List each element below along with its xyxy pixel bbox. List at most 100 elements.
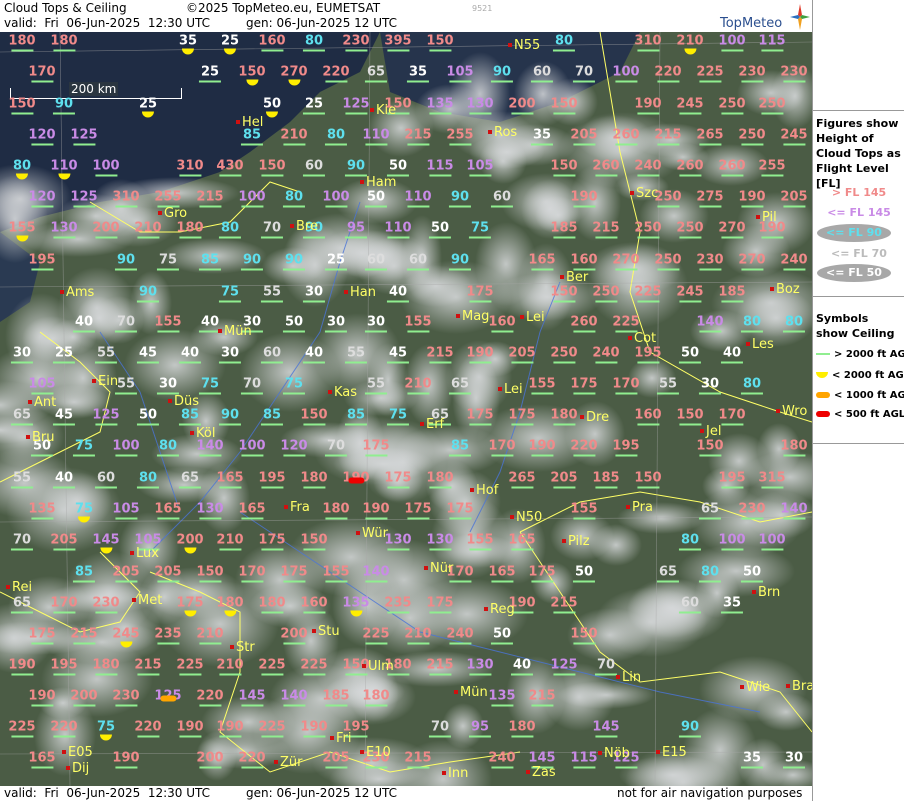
ceiling-above-2000-icon bbox=[636, 486, 659, 489]
ceiling-above-2000-icon bbox=[741, 766, 763, 769]
ceiling-above-2000-icon bbox=[740, 143, 763, 146]
cloud-top-label: 30 bbox=[699, 378, 721, 395]
ceiling-above-2000-icon bbox=[720, 423, 743, 426]
ceiling-above-2000-icon bbox=[241, 268, 263, 271]
cloud-top-label: 105 bbox=[28, 378, 56, 395]
ceiling-above-2000-icon bbox=[325, 143, 347, 146]
cloud-top-label: 60 bbox=[95, 472, 117, 489]
cloud-top-label: 65 bbox=[449, 378, 471, 395]
cloud-top-label: 240 bbox=[634, 160, 662, 177]
cloud-top-label: 250 bbox=[654, 191, 682, 208]
cloud-top-label: 310 bbox=[634, 35, 662, 52]
cloud-top-label: 240 bbox=[780, 254, 808, 271]
cloud-top-label: 150 bbox=[300, 409, 328, 426]
ceiling-above-2000-icon bbox=[449, 205, 471, 208]
ceiling-above-2000-icon bbox=[283, 268, 305, 271]
ceiling-legend-item: < 500 ft AGL bbox=[816, 409, 904, 420]
cloud-top-label: 30 bbox=[303, 286, 325, 303]
cloud-top-label: 155 bbox=[154, 316, 182, 333]
city-label: Han bbox=[344, 285, 376, 300]
cloud-top-label: 60 bbox=[491, 191, 513, 208]
cloud-top-label: 170 bbox=[488, 440, 516, 457]
city-label: Jel bbox=[699, 424, 722, 439]
ceiling-above-2000-icon bbox=[114, 704, 137, 707]
cloud-top-label: 40 bbox=[53, 472, 75, 489]
ceiling-above-2000-icon bbox=[531, 80, 553, 83]
city-label: Ros bbox=[487, 125, 518, 140]
cloud-top-label: 55 bbox=[345, 347, 367, 364]
ceiling-above-2000-icon bbox=[136, 673, 159, 676]
ceiling-above-2000-icon bbox=[219, 361, 241, 364]
cloud-top-label: 135 bbox=[342, 597, 370, 617]
ceiling-above-2000-icon bbox=[53, 423, 75, 426]
ceiling-above-2000-icon bbox=[261, 300, 283, 303]
ceiling-above-2000-icon bbox=[157, 268, 179, 271]
tops-legend-title: Figures show Height of Cloud Tops as Fli… bbox=[816, 117, 901, 190]
ceiling-above-2000-icon bbox=[469, 236, 491, 239]
cloud-top-label: 205 bbox=[50, 534, 78, 551]
ceiling-above-2000-icon bbox=[137, 486, 159, 489]
ceiling-above-2000-icon bbox=[614, 143, 637, 146]
ceiling-above-2000-icon bbox=[490, 766, 513, 769]
ceiling-above-2000-icon bbox=[324, 205, 347, 208]
ceiling-above-2000-icon bbox=[72, 704, 95, 707]
ceiling-above-2000-icon bbox=[636, 49, 659, 52]
cloud-top-label: 65 bbox=[11, 409, 33, 426]
cloud-top-label: 245 bbox=[780, 129, 808, 146]
city-label: Stu bbox=[312, 624, 340, 639]
ceiling-above-2000-icon bbox=[760, 486, 783, 489]
satellite-map[interactable]: 200 km 180 180 35 25 160 80 230 395 150 80 310 210 1… bbox=[0, 32, 812, 786]
cloud-top-label: 150 bbox=[570, 628, 598, 645]
cloud-top-label: 175 bbox=[508, 409, 536, 426]
ceiling-above-2000-icon bbox=[178, 174, 201, 177]
cloud-top-label: 30 bbox=[325, 316, 347, 333]
cloud-top-label: 40 bbox=[73, 316, 95, 333]
ceiling-above-2000-icon bbox=[657, 392, 679, 395]
ceiling-above-2000-icon bbox=[490, 580, 513, 583]
ceiling-above-2000-icon bbox=[365, 392, 387, 395]
ceiling-above-2000-icon bbox=[324, 80, 347, 83]
ceiling-above-2000-icon bbox=[178, 673, 201, 676]
cloud-top-label: 90 bbox=[115, 254, 137, 271]
ceiling-above-2000-icon bbox=[11, 486, 33, 489]
ceiling-above-2000-icon bbox=[740, 268, 763, 271]
ceiling-above-2000-icon bbox=[657, 580, 679, 583]
ceiling-above-2000-icon bbox=[386, 49, 409, 52]
cloud-top-label: 180 bbox=[322, 503, 350, 520]
cloud-top-label: 55 bbox=[115, 378, 137, 395]
city-label: Kas bbox=[327, 385, 358, 400]
ceiling-above-2000-icon bbox=[137, 361, 159, 364]
cloud-top-label: 310 bbox=[176, 160, 204, 177]
ceiling-above-2000-icon bbox=[594, 486, 617, 489]
ceiling-above-2000-icon bbox=[72, 143, 95, 146]
cloud-top-label: 155 bbox=[322, 566, 350, 583]
cloud-top-label: 75 bbox=[387, 409, 409, 426]
ceiling-above-2000-icon bbox=[614, 766, 637, 769]
ceiling-above-2000-icon bbox=[179, 361, 201, 364]
ceiling-above-2000-icon bbox=[594, 300, 617, 303]
city-label: Mün bbox=[454, 685, 488, 700]
city-label: Ams bbox=[59, 285, 95, 300]
cloud-top-label: 45 bbox=[387, 347, 409, 364]
cloud-top-label: 165 bbox=[488, 566, 516, 583]
cloud-top-label: 150 bbox=[8, 98, 36, 115]
cloud-top-label: 50 bbox=[387, 160, 409, 177]
cloud-top-label: 40 bbox=[387, 286, 409, 303]
ceiling-above-2000-icon bbox=[510, 361, 533, 364]
cloud-top-label: 225 bbox=[300, 659, 328, 676]
ceiling-above-2000-icon bbox=[531, 143, 553, 146]
cloud-top-label: 110 bbox=[50, 160, 78, 180]
cloud-top-label: 150 bbox=[426, 35, 454, 52]
cloud-top-label: 85 bbox=[261, 409, 283, 426]
cloud-top-label: 100 bbox=[758, 534, 786, 551]
ceiling-above-2000-icon bbox=[490, 454, 513, 457]
cloud-top-label: 190 bbox=[634, 98, 662, 115]
ceiling-above-2000-icon bbox=[364, 517, 387, 520]
cloud-top-label: 80 bbox=[699, 566, 721, 583]
cloud-top-label: 185 bbox=[592, 472, 620, 489]
ceiling-above-2000-icon bbox=[386, 486, 409, 489]
ceiling-pill-icon bbox=[816, 392, 830, 398]
cloud-top-label: 250 bbox=[654, 254, 682, 271]
ceiling-above-2000-icon bbox=[406, 143, 429, 146]
cloud-top-label: 180 bbox=[258, 597, 286, 614]
